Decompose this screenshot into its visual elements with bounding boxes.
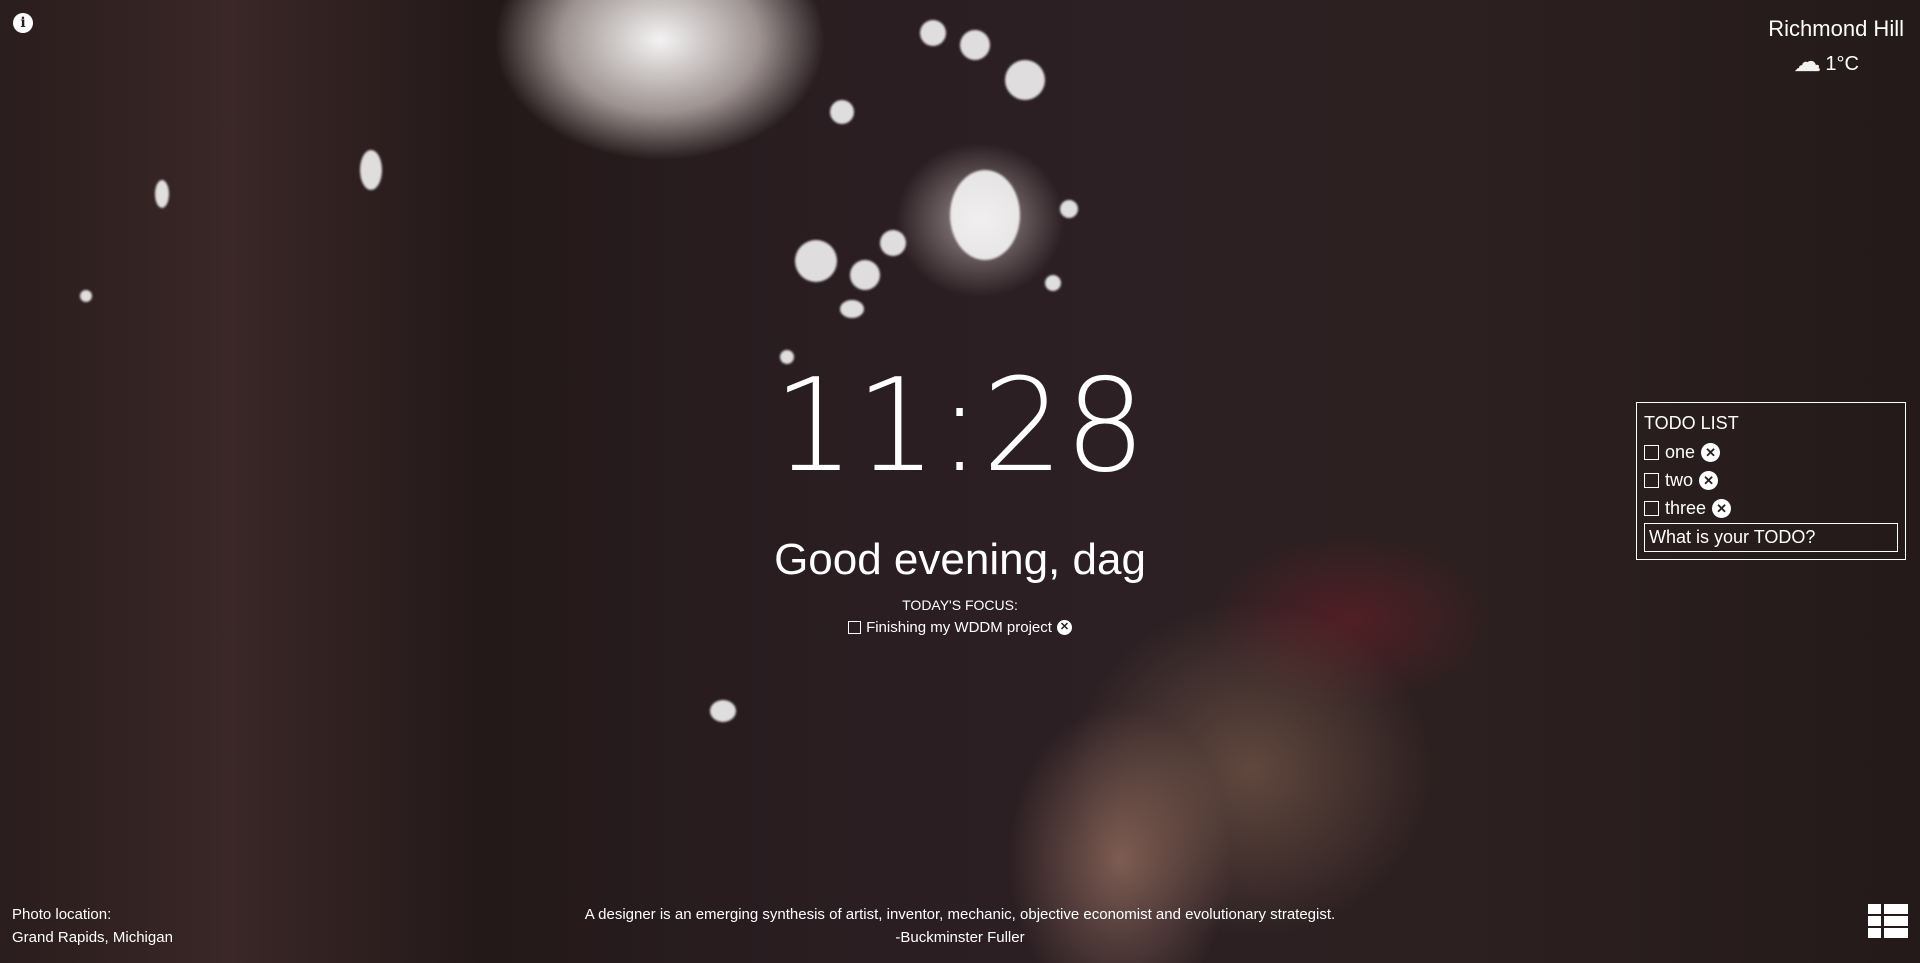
quote-author: -Buckminster Fuller <box>895 929 1025 946</box>
weather-city: Richmond Hill <box>1768 16 1904 41</box>
quote-text: A designer is an emerging synthesis of a… <box>584 906 1336 923</box>
greeting: Good evening, dag <box>774 535 1146 584</box>
close-icon[interactable]: ✕ <box>1712 498 1732 518</box>
focus-checkbox[interactable] <box>848 621 862 634</box>
todo-panel: TODO LIST one ✕ two ✕ three ✕ <box>1636 402 1906 560</box>
close-icon[interactable]: ✕ <box>1056 620 1072 635</box>
todo-checkbox[interactable] <box>1644 500 1659 516</box>
info-icon[interactable]: i <box>13 13 33 33</box>
todo-item: one ✕ <box>1644 438 1898 466</box>
todo-input[interactable] <box>1644 523 1898 552</box>
focus-item: Finishing my WDDM project ✕ <box>0 619 1920 636</box>
clock: 11:28 <box>773 352 1147 501</box>
todo-item-label: one <box>1665 441 1696 462</box>
todo-item: three ✕ <box>1644 494 1898 522</box>
close-icon[interactable]: ✕ <box>1701 442 1721 462</box>
focus-title: TODAY'S FOCUS: <box>902 597 1018 613</box>
todo-checkbox[interactable] <box>1644 472 1659 488</box>
grid-menu-icon[interactable] <box>1868 904 1908 938</box>
todo-item: two ✕ <box>1644 466 1898 494</box>
close-icon[interactable]: ✕ <box>1699 470 1719 490</box>
todo-item-label: three <box>1665 497 1707 518</box>
weather-row: ☁ 1°C <box>1768 48 1859 76</box>
focus-item-label: Finishing my WDDM project <box>866 619 1052 636</box>
quote: A designer is an emerging synthesis of a… <box>0 903 1920 949</box>
weather-temperature: 1°C <box>1825 53 1859 75</box>
todo-checkbox[interactable] <box>1644 444 1659 460</box>
todo-title: TODO LIST <box>1644 413 1739 433</box>
weather-widget: Richmond Hill ☁ 1°C <box>1768 16 1904 76</box>
todo-item-label: two <box>1665 469 1694 490</box>
cloud-icon: ☁ <box>1793 45 1822 78</box>
